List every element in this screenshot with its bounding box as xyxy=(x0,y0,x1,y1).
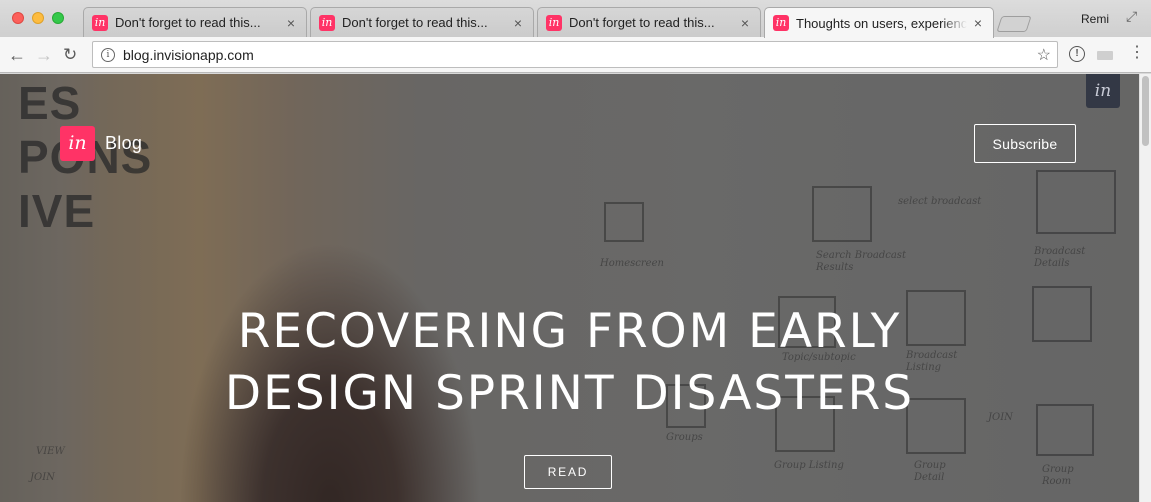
new-tab-button[interactable] xyxy=(996,16,1032,32)
site-info-icon[interactable]: i xyxy=(101,47,115,62)
invision-favicon-icon: in xyxy=(773,15,789,31)
blog-nav-link[interactable]: Blog xyxy=(105,133,142,154)
browser-tab-3[interactable]: in Don't forget to read this... × xyxy=(537,7,761,37)
close-tab-icon[interactable]: × xyxy=(284,15,298,31)
bookmark-star-icon[interactable]: ☆ xyxy=(1037,45,1051,65)
close-tab-icon[interactable]: × xyxy=(511,15,525,31)
page-viewport: ES PONS IVE Homescreen Search Broadcast … xyxy=(0,74,1151,502)
invision-favicon-icon: in xyxy=(92,14,108,31)
tab-title: Don't forget to read this... xyxy=(342,15,488,30)
browser-toolbar: ← → ↻ i blog.invisionapp.com ☆ ! ⋮ xyxy=(0,37,1151,73)
tab-strip: in Don't forget to read this... × in Don… xyxy=(0,0,1151,38)
extension-icon[interactable]: ! xyxy=(1069,46,1085,62)
zoom-window-button[interactable] xyxy=(52,12,64,24)
page-scrollbar[interactable] xyxy=(1139,74,1151,502)
close-tab-icon[interactable]: × xyxy=(738,15,752,31)
fullscreen-icon[interactable]: ⤢ xyxy=(1126,8,1137,25)
headline-line: DESIGN SPRINT DISASTERS xyxy=(224,366,915,421)
tab-title: Thoughts on users, experience xyxy=(796,15,967,31)
tab-title: Don't forget to read this... xyxy=(569,15,715,30)
invision-favicon-icon: in xyxy=(319,14,335,31)
close-tab-icon[interactable]: × xyxy=(971,15,985,31)
close-window-button[interactable] xyxy=(12,12,24,24)
invision-favicon-icon: in xyxy=(546,14,562,31)
read-button[interactable]: READ xyxy=(524,455,612,489)
minimize-window-button[interactable] xyxy=(32,12,44,24)
scrollbar-thumb[interactable] xyxy=(1142,76,1149,146)
tab-title: Don't forget to read this... xyxy=(115,15,261,30)
invision-corner-icon[interactable]: in xyxy=(1086,74,1120,108)
hero-dark-overlay xyxy=(0,74,1139,502)
profile-name[interactable]: Remi xyxy=(1081,12,1109,26)
browser-tab-1[interactable]: in Don't forget to read this... × xyxy=(83,7,307,37)
extension-icon[interactable] xyxy=(1097,51,1113,60)
browser-tab-2[interactable]: in Don't forget to read this... × xyxy=(310,7,534,37)
reload-icon[interactable]: ↻ xyxy=(63,45,77,65)
url-text[interactable]: blog.invisionapp.com xyxy=(123,47,1037,63)
article-headline[interactable]: RECOVERING FROM EARLY DESIGN SPRINT DISA… xyxy=(0,301,1139,425)
more-menu-icon[interactable]: ⋮ xyxy=(1129,44,1145,62)
headline-line: RECOVERING FROM EARLY xyxy=(237,304,902,359)
hero-banner: ES PONS IVE Homescreen Search Broadcast … xyxy=(0,74,1139,502)
address-bar[interactable]: i blog.invisionapp.com ☆ xyxy=(92,41,1058,68)
forward-arrow-icon[interactable]: → xyxy=(35,45,53,65)
invision-logo-icon[interactable]: in xyxy=(60,126,95,161)
back-arrow-icon[interactable]: ← xyxy=(8,45,26,65)
site-brand[interactable]: in Blog xyxy=(60,126,142,161)
browser-tab-active[interactable]: in Thoughts on users, experience × xyxy=(764,7,994,38)
subscribe-button[interactable]: Subscribe xyxy=(974,124,1076,163)
